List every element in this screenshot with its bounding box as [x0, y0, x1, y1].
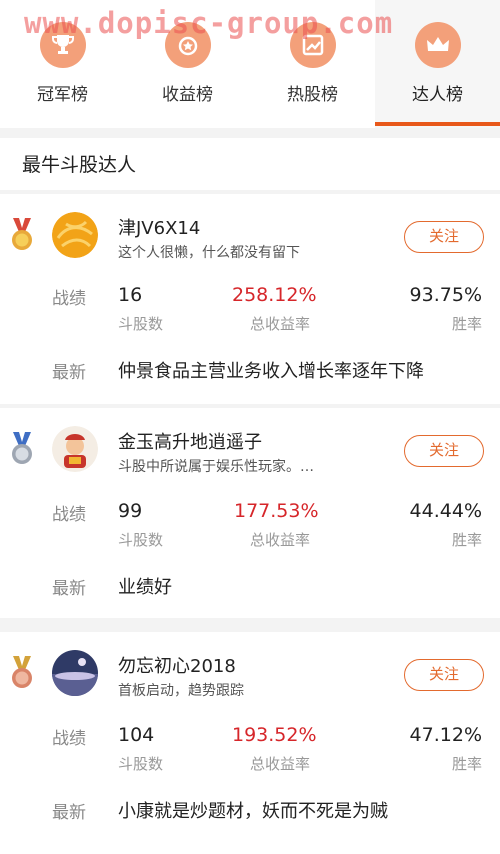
tab-hot-stocks[interactable]: 热股榜 — [250, 0, 375, 128]
total-return-label: 总收益率 — [250, 531, 311, 549]
follow-button[interactable]: 关注 — [404, 435, 484, 467]
user-bio: 首板启动，趋势跟踪 — [118, 683, 244, 699]
record-label: 战绩 — [52, 505, 86, 525]
tab-returns-label: 收益榜 — [162, 85, 213, 105]
tab-experts-label: 达人榜 — [412, 85, 463, 105]
avatar[interactable] — [52, 212, 98, 258]
crown-icon — [415, 22, 461, 68]
latest-post[interactable]: 小康就是炒题材，妖而不死是为贼 — [118, 797, 388, 823]
record-label: 战绩 — [52, 729, 86, 749]
stocks-count-label: 斗股数 — [118, 315, 164, 333]
stocks-count-label: 斗股数 — [118, 531, 164, 549]
trend-chart-icon — [290, 22, 336, 68]
trophy-icon — [40, 22, 86, 68]
expert-card: 勿忘初心2018 首板启动，趋势跟踪 关注 战绩 104 193.52% 47.… — [0, 632, 500, 854]
total-return: 258.12% — [232, 284, 317, 306]
tab-returns[interactable]: 收益榜 — [125, 0, 250, 128]
user-bio: 这个人很懒，什么都没有留下 — [118, 245, 300, 261]
avatar[interactable] — [52, 650, 98, 696]
follow-button[interactable]: 关注 — [404, 659, 484, 691]
user-name[interactable]: 金玉高升地逍遥子 — [118, 428, 262, 454]
win-rate: 47.12% — [409, 724, 482, 746]
tab-champion[interactable]: 冠军榜 — [0, 0, 125, 128]
win-rate-label: 胜率 — [451, 531, 482, 549]
latest-label: 最新 — [52, 579, 86, 599]
expert-card: 金玉高升地逍遥子 斗股中所说属于娱乐性玩家。… 关注 战绩 99 177.53%… — [0, 408, 500, 618]
section-title: 最牛斗股达人 — [0, 138, 500, 190]
silver-medal-icon — [12, 432, 32, 464]
latest-label: 最新 — [52, 803, 86, 823]
gold-medal-icon — [12, 218, 32, 250]
medal-coin-icon — [165, 22, 211, 68]
record-label: 战绩 — [52, 289, 86, 309]
user-bio: 斗股中所说属于娱乐性玩家。… — [118, 459, 314, 475]
latest-label: 最新 — [52, 363, 86, 383]
win-rate: 93.75% — [409, 284, 482, 306]
stocks-count: 104 — [118, 724, 155, 746]
latest-post[interactable]: 仲景食品主营业务收入增长率逐年下降 — [118, 357, 424, 383]
leaderboard-tabs: 冠军榜 收益榜 热股榜 达人榜 — [0, 0, 500, 128]
total-return-label: 总收益率 — [250, 755, 311, 773]
total-return-label: 总收益率 — [250, 315, 311, 333]
avatar[interactable] — [52, 426, 98, 472]
tab-experts[interactable]: 达人榜 — [375, 0, 500, 128]
latest-post[interactable]: 业绩好 — [118, 573, 172, 599]
stocks-count: 16 — [118, 284, 143, 306]
stocks-count-label: 斗股数 — [118, 755, 164, 773]
total-return: 177.53% — [234, 500, 319, 522]
active-tab-indicator — [375, 122, 500, 126]
win-rate-label: 胜率 — [451, 315, 482, 333]
expert-card: 津JV6X14 这个人很懒，什么都没有留下 关注 战绩 16 258.12% 9… — [0, 194, 500, 404]
tab-champion-label: 冠军榜 — [37, 85, 88, 105]
stocks-count: 99 — [118, 500, 143, 522]
user-name[interactable]: 津JV6X14 — [118, 214, 200, 240]
win-rate-label: 胜率 — [451, 755, 482, 773]
tab-hot-stocks-label: 热股榜 — [287, 85, 338, 105]
user-name[interactable]: 勿忘初心2018 — [118, 652, 236, 678]
total-return: 193.52% — [232, 724, 317, 746]
bronze-medal-icon — [12, 656, 32, 688]
win-rate: 44.44% — [409, 500, 482, 522]
follow-button[interactable]: 关注 — [404, 221, 484, 253]
